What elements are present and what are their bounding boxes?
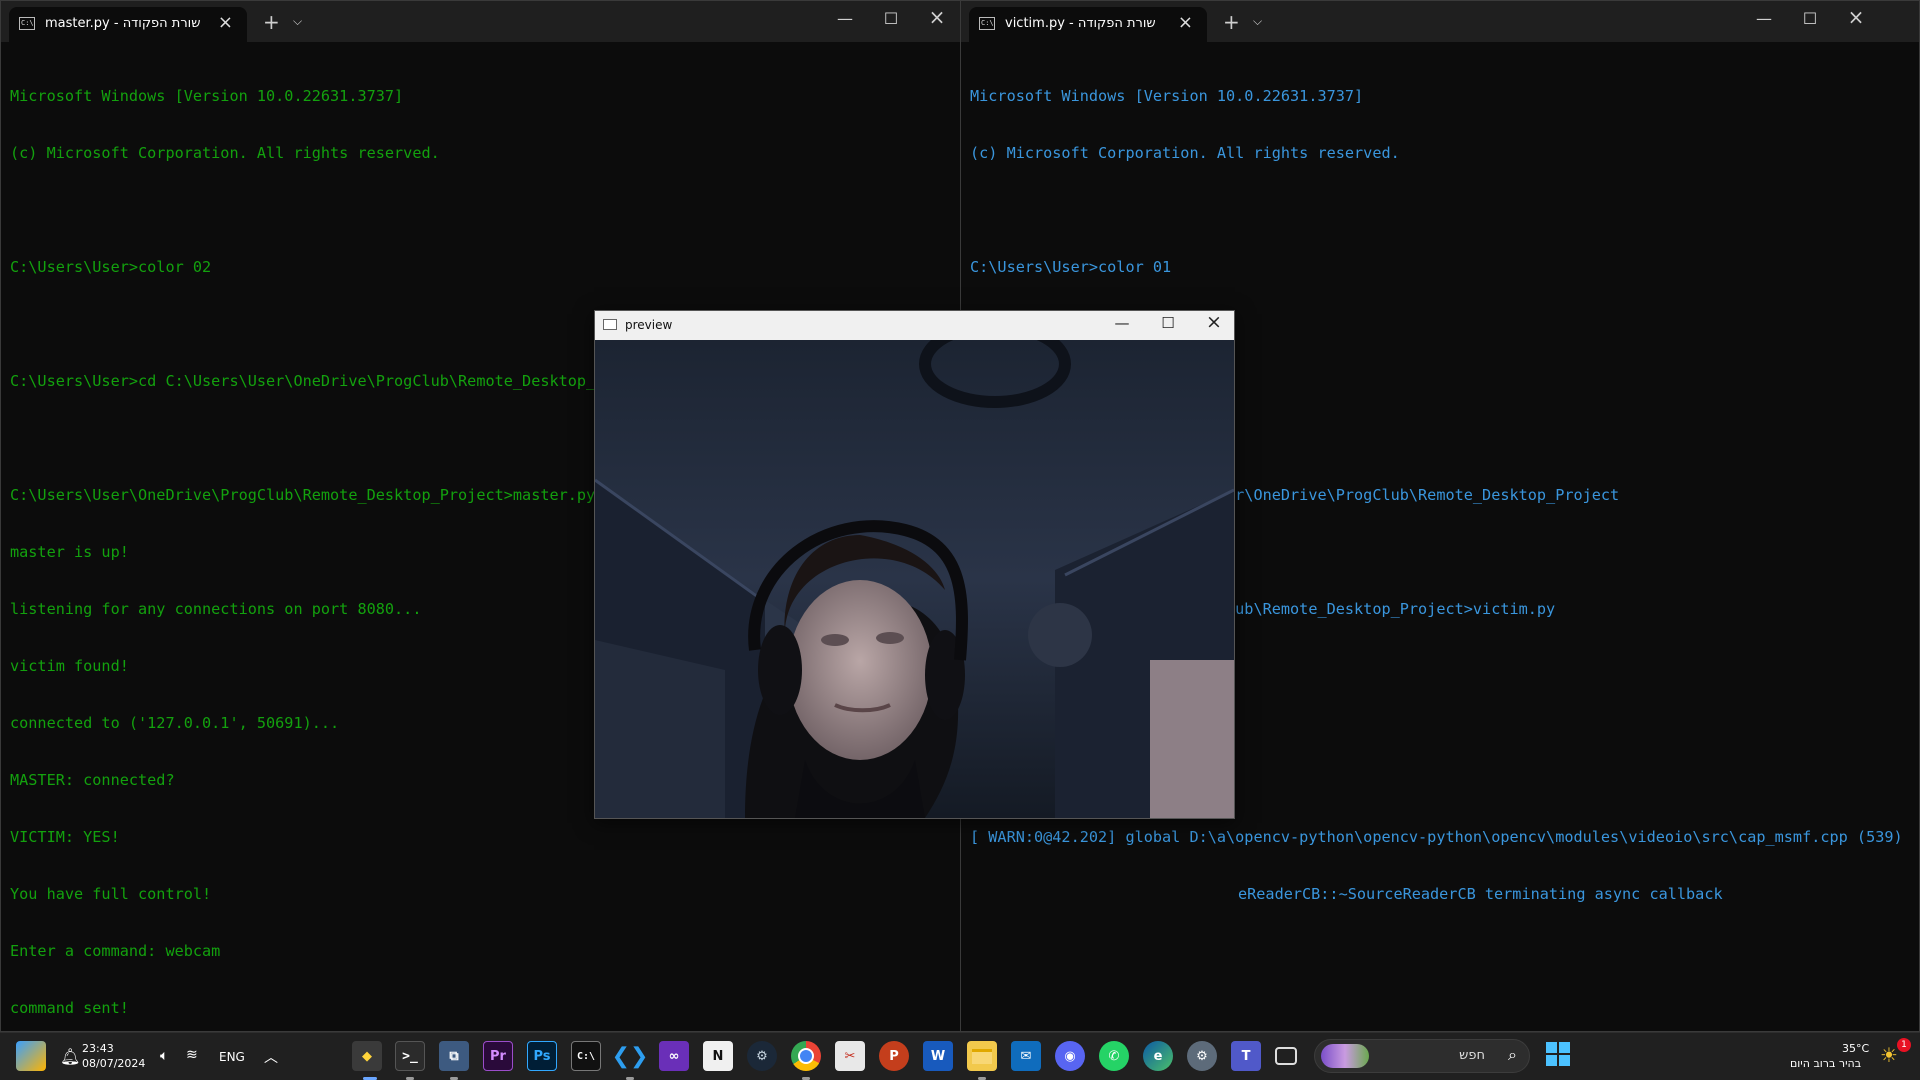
cmd-icon[interactable]: C:\ — [571, 1041, 601, 1071]
teams-label: T — [1241, 1048, 1251, 1064]
photoshop-label: Ps — [533, 1048, 551, 1064]
photoshop-icon[interactable]: Ps — [527, 1041, 557, 1071]
steam-icon[interactable]: ⚙ — [747, 1041, 777, 1071]
windows-logo-tile — [1546, 1055, 1557, 1066]
task-manager-icon[interactable]: ⧉ — [439, 1041, 469, 1071]
powerpoint-icon[interactable]: P — [879, 1041, 909, 1071]
chrome-icon[interactable] — [791, 1041, 821, 1071]
search-highlight-image — [1321, 1044, 1369, 1068]
webcam-image — [595, 340, 1234, 818]
chevron-down-icon[interactable]: ⌵ — [293, 14, 302, 29]
premiere-icon[interactable]: Pr — [483, 1041, 513, 1071]
snipping-tool-icon[interactable]: ✂ — [835, 1041, 865, 1071]
clock-time[interactable]: 23:43 — [82, 1042, 114, 1055]
chevron-down-icon[interactable]: ⌵ — [1253, 14, 1262, 29]
new-tab-button[interactable]: + — [263, 10, 280, 34]
terminal-titlebar[interactable]: C:\ victim.py - שורת הפקודה × + ⌵ — ☐ × — [961, 1, 1919, 42]
wifi-icon[interactable]: ≋ — [186, 1047, 198, 1063]
tab-title: victim.py - שורת הפקודה — [1005, 16, 1156, 31]
console-line: [ WARN:0@42.202] global D:\a\opencv-pyth… — [970, 828, 1903, 846]
taskbar: 🔔︎ 23:43 08/07/2024 🔈︎ ≋ ENG ︿ ◆ >_ ⧉ Pr… — [0, 1032, 1920, 1080]
weather-temp[interactable]: 35°C — [1842, 1042, 1869, 1055]
widgets-icon[interactable] — [16, 1041, 46, 1071]
terminal-icon: C:\ — [979, 17, 995, 30]
search-icon: ⌕ — [1508, 1045, 1517, 1064]
close-tab-icon[interactable]: × — [218, 12, 233, 33]
visual-studio-icon[interactable]: ∞ — [659, 1041, 689, 1071]
weather-icon[interactable]: ☀ — [1880, 1043, 1898, 1067]
maximize-button[interactable]: ☐ — [1145, 314, 1191, 332]
file-explorer-icon[interactable] — [967, 1041, 997, 1071]
clock-date[interactable]: 08/07/2024 — [82, 1057, 145, 1070]
console-line: Microsoft Windows [Version 10.0.22631.37… — [10, 87, 404, 105]
weather-description[interactable]: בהיר ברוב היום — [1790, 1057, 1861, 1070]
minimize-button[interactable]: — — [1741, 9, 1787, 28]
console-line: Enter a command: webcam — [10, 942, 221, 960]
window-icon — [603, 319, 617, 330]
edge-icon[interactable]: e — [1143, 1041, 1173, 1071]
terminal-titlebar[interactable]: C:\ master.py - שורת הפקודה × + ⌵ — ☐ × — [1, 1, 960, 42]
settings-icon[interactable]: ⚙ — [1187, 1041, 1217, 1071]
virtual-desktops-icon[interactable] — [1275, 1047, 1297, 1065]
console-line: You have full control! — [10, 885, 212, 903]
language-indicator[interactable]: ENG — [219, 1050, 245, 1064]
word-label: W — [930, 1048, 946, 1064]
close-tab-icon[interactable]: × — [1178, 12, 1193, 33]
search-placeholder: חפש — [1459, 1048, 1485, 1063]
teams-icon[interactable]: T — [1231, 1041, 1261, 1071]
windows-logo-tile — [1559, 1055, 1570, 1066]
start-button[interactable] — [1546, 1042, 1570, 1066]
console-line: (c) Microsoft Corporation. All rights re… — [10, 144, 440, 162]
console-line: Microsoft Windows [Version 10.0.22631.37… — [970, 87, 1364, 105]
powerpoint-label: P — [889, 1048, 899, 1064]
console-line: C:\Users\User>color 01 — [970, 258, 1172, 276]
maximize-button[interactable]: ☐ — [1787, 9, 1833, 28]
tab-title: master.py - שורת הפקודה — [45, 16, 201, 31]
minimize-button[interactable]: — — [1099, 314, 1145, 332]
new-tab-button[interactable]: + — [1223, 10, 1240, 34]
console-line: (c) Microsoft Corporation. All rights re… — [970, 144, 1400, 162]
notion-icon[interactable]: N — [703, 1041, 733, 1071]
tab-master[interactable]: C:\ master.py - שורת הפקודה × — [9, 7, 247, 42]
discord-icon[interactable]: ◉ — [1055, 1041, 1085, 1071]
console-line: C:\Users\User>color 02 — [10, 258, 212, 276]
preview-window[interactable]: preview — ☐ × — [594, 310, 1235, 819]
minimize-button[interactable]: — — [822, 9, 868, 28]
console-line: VICTIM: YES! — [10, 828, 120, 846]
maximize-button[interactable]: ☐ — [868, 9, 914, 28]
volume-icon[interactable]: 🔈︎ — [160, 1048, 168, 1064]
notion-label: N — [712, 1048, 724, 1064]
vscode-icon[interactable]: ❮❯ — [612, 1041, 649, 1071]
whatsapp-icon[interactable]: ✆ — [1099, 1041, 1129, 1071]
close-window-button[interactable]: × — [1191, 311, 1237, 333]
windows-logo-tile — [1559, 1042, 1570, 1053]
tab-victim[interactable]: C:\ victim.py - שורת הפקודה × — [969, 7, 1207, 42]
terminal-icon: C:\ — [19, 17, 35, 30]
close-window-button[interactable]: × — [1833, 5, 1879, 29]
console-line: command sent! — [10, 999, 129, 1017]
console-line: eReaderCB::~SourceReaderCB terminating a… — [1238, 885, 1723, 903]
close-window-button[interactable]: × — [914, 5, 960, 29]
python-icon[interactable]: ◆ — [352, 1041, 382, 1071]
preview-titlebar[interactable]: preview — ☐ × — [595, 311, 1234, 340]
bell-icon[interactable]: 🔔︎ — [60, 1047, 80, 1066]
word-icon[interactable]: W — [923, 1041, 953, 1071]
terminal-icon[interactable]: >_ — [395, 1041, 425, 1071]
mail-icon[interactable]: ✉ — [1011, 1041, 1041, 1071]
preview-title: preview — [625, 318, 673, 332]
webcam-frame — [595, 340, 1234, 818]
weather-badge: 1 — [1897, 1038, 1911, 1052]
chevron-up-icon[interactable]: ︿ — [264, 1047, 278, 1067]
premiere-label: Pr — [490, 1048, 506, 1064]
windows-logo-tile — [1546, 1042, 1557, 1053]
search-box[interactable]: חפש ⌕ — [1314, 1039, 1530, 1073]
